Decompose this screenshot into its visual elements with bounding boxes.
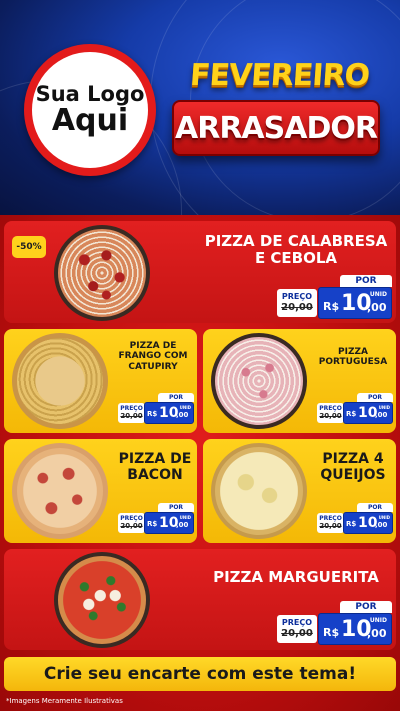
current-price-box: R$ 10 ,00 UNID [343,512,393,534]
logo-placeholder: Sua Logo Aqui [24,44,156,176]
title-fevereiro: FEVEREIRO [188,58,371,93]
por-label: POR [357,393,393,402]
unit-label: UNID [378,405,390,410]
product-name: PIZZA DE CALABRESA E CEBOLA [204,232,388,268]
product-card[interactable]: PIZZA 4 QUEIJOS POR PREÇO 20,00 R$ 10 ,0… [203,439,396,543]
product-card[interactable]: PIZZA DE BACON POR PREÇO 20,00 R$ 10 ,00… [4,439,197,543]
pizza-bacon-image [12,443,108,539]
current-price-box: R$ 10 ,00 UNID [144,402,194,424]
por-label: POR [340,601,392,613]
price-decimal: ,00 [176,411,189,419]
title-arrasador: ARRASADOR [175,110,378,146]
old-price: 20,00 [319,522,342,530]
product-card[interactable]: -50% PIZZA DE CALABRESA E CEBOLA POR PRE… [4,221,396,323]
cta-text: Crie seu encarte com este tema! [43,664,357,684]
old-price-box: PREÇO 20,00 [277,615,317,643]
current-price-box: R$ 10 ,00 UNID [318,613,392,645]
price-decimal: ,00 [375,411,388,419]
pizza-marguerita-image [54,552,150,648]
product-name: PIZZA PORTUGUESA [318,347,388,368]
product-card[interactable]: PIZZA DE FRANGO COM CATUPIRY POR PREÇO 2… [4,329,197,433]
pizza-calabresa-image [54,225,150,321]
unit-label: UNID [369,617,387,624]
product-name: PIZZA MARGUERITA [213,568,379,586]
currency: R$ [147,410,158,418]
product-name: PIZZA DE BACON [118,451,192,484]
price-tag: POR PREÇO 20,00 R$ 10 ,00 UNID [317,503,393,535]
old-price-box: PREÇO 20,00 [118,513,145,533]
price-tag: POR PREÇO 20,00 R$ 10 ,00 UNID [277,601,392,645]
por-label: POR [158,393,194,402]
unit-label: UNID [179,515,191,520]
por-label: POR [158,503,194,512]
old-price: 20,00 [120,522,143,530]
por-label: POR [357,503,393,512]
price-tag: POR PREÇO 20,00 R$ 10 ,00 UNID [317,393,393,425]
product-name: PIZZA 4 QUEIJOS [320,451,386,484]
currency: R$ [346,520,357,528]
old-price-box: PREÇO 20,00 [317,403,344,423]
old-price: 20,00 [120,412,143,420]
old-price-box: PREÇO 20,00 [118,403,145,423]
price-decimal: ,00 [367,627,387,640]
pizza-portuguesa-image [211,333,307,429]
unit-label: UNID [179,405,191,410]
preco-label: PREÇO [281,292,313,301]
price-tag: POR PREÇO 20,00 R$ 10 ,00 UNID [277,275,392,319]
cta-banner[interactable]: Crie seu encarte com este tema! [4,657,396,691]
logo-line-2: Aqui [51,103,129,139]
old-price: 20,00 [281,628,313,639]
currency: R$ [323,626,340,639]
old-price: 20,00 [319,412,342,420]
por-label: POR [340,275,392,287]
old-price: 20,00 [281,302,313,313]
preco-label: PREÇO [281,618,313,627]
price-tag: POR PREÇO 20,00 R$ 10 ,00 UNID [118,393,194,425]
footnote: *Imagens Meramente Ilustrativas [6,697,123,705]
product-card[interactable]: PIZZA MARGUERITA POR PREÇO 20,00 R$ 10 ,… [4,549,396,650]
title-arrasador-box: ARRASADOR [172,100,380,156]
hero-banner: Sua Logo Aqui FEVEREIRO ARRASADOR [0,0,400,215]
price-decimal: ,00 [375,521,388,529]
product-card[interactable]: PIZZA PORTUGUESA POR PREÇO 20,00 R$ 10 ,… [203,329,396,433]
currency: R$ [346,410,357,418]
product-name: PIZZA DE FRANGO COM CATUPIRY [118,341,188,372]
price-decimal: ,00 [176,521,189,529]
current-price-box: R$ 10 ,00 UNID [144,512,194,534]
unit-label: UNID [369,291,387,298]
price-decimal: ,00 [367,301,387,314]
old-price-box: PREÇO 20,00 [317,513,344,533]
unit-label: UNID [378,515,390,520]
pizza-frango-image [12,333,108,429]
currency: R$ [323,300,340,313]
logo-line-1: Sua Logo [35,82,145,107]
current-price-box: R$ 10 ,00 UNID [343,402,393,424]
currency: R$ [147,520,158,528]
discount-badge: -50% [12,236,46,258]
pizza-4-queijos-image [211,443,307,539]
price-tag: POR PREÇO 20,00 R$ 10 ,00 UNID [118,503,194,535]
old-price-box: PREÇO 20,00 [277,289,317,317]
current-price-box: R$ 10 ,00 UNID [318,287,392,319]
